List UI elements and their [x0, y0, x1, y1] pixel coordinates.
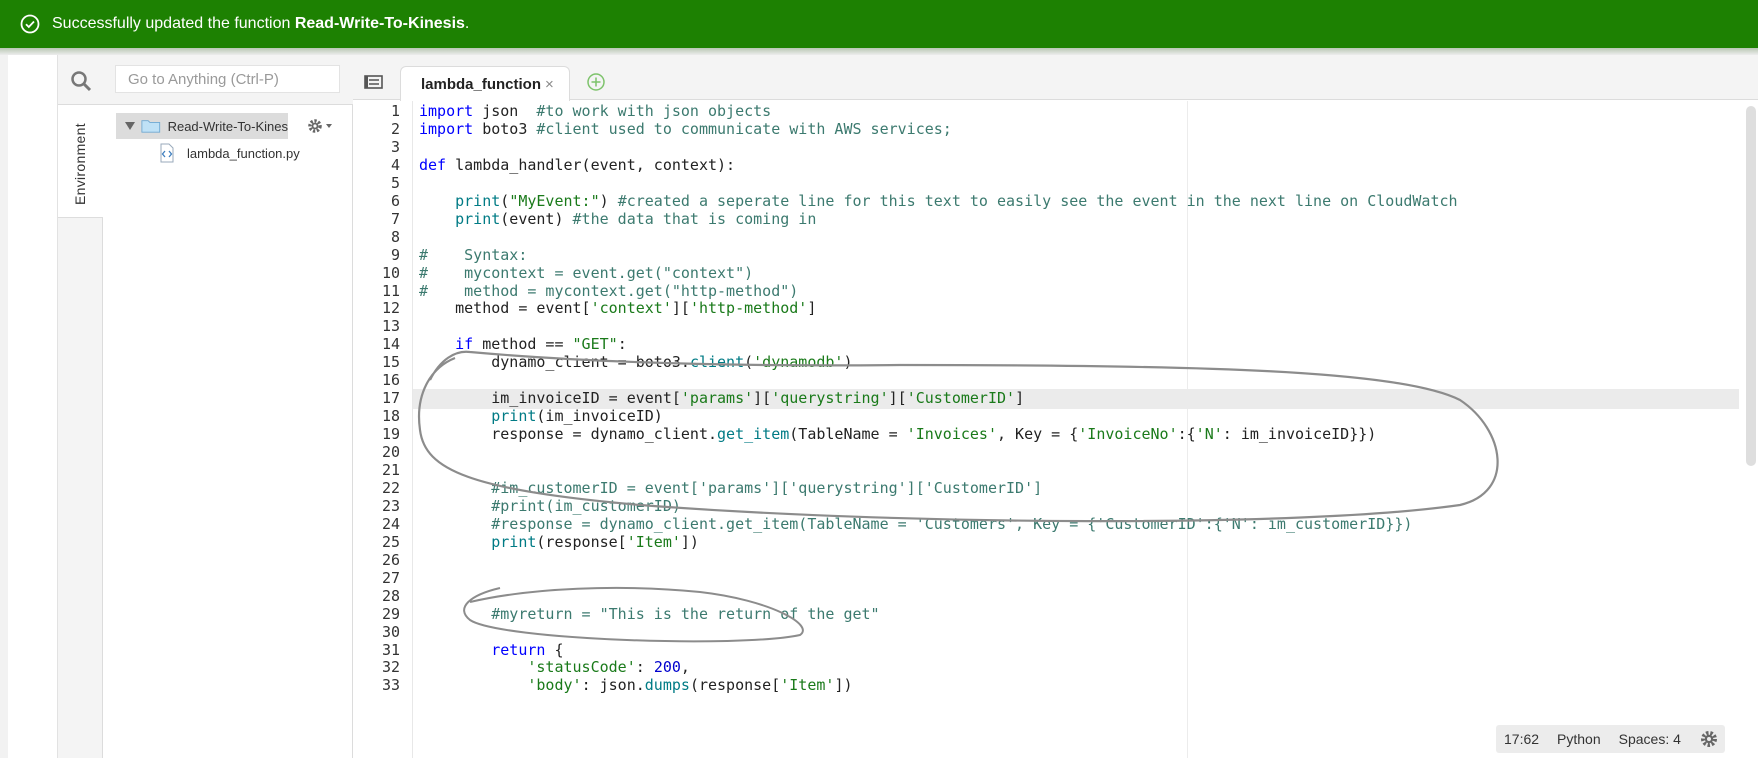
tree-root-label: Read-Write-To-Kines [167, 118, 288, 134]
banner-prefix: Successfully updated the function [52, 15, 295, 32]
line-number: 6 [390, 191, 400, 210]
line-number: 11 [381, 281, 400, 300]
check-circle-icon [20, 14, 40, 34]
tab-label: lambda_function [421, 75, 542, 93]
line-number: 31 [381, 640, 400, 659]
line-number: 12 [381, 299, 400, 318]
line-number: 19 [381, 425, 400, 444]
tree-file-lambda-function[interactable]: lambda_function.py [157, 143, 300, 163]
line-number: 3 [390, 137, 400, 156]
line-number: 22 [381, 478, 400, 497]
line-number: 15 [381, 353, 400, 372]
line-number: 16 [381, 371, 400, 390]
line-number: 7 [390, 209, 400, 228]
code-line[interactable]: print(event) #the data that is coming in [419, 209, 816, 229]
vertical-scrollbar[interactable] [1746, 106, 1756, 466]
line-number: 28 [381, 586, 400, 605]
cursor-position[interactable]: 17:62 [1504, 731, 1539, 747]
chevron-down-icon[interactable] [125, 122, 135, 130]
gear-icon[interactable] [1699, 729, 1719, 749]
indent-setting[interactable]: Spaces: 4 [1619, 731, 1681, 747]
close-icon[interactable]: × [545, 76, 554, 93]
line-number: 10 [381, 263, 400, 282]
line-number-gutter: 1 2 3 4 5 6 7 8 9 10 11 12 13 14 15 16 17 18 19 20 21 22 23 24 2… [353, 101, 413, 758]
line-number: 4 [390, 155, 400, 174]
line-number: 32 [381, 658, 400, 677]
tab-menu-icon[interactable] [364, 74, 384, 90]
line-number: 17 [381, 389, 400, 408]
code-line[interactable]: #myreturn = "This is the return of the g… [419, 604, 879, 624]
environment-tab[interactable]: Environment [58, 100, 103, 218]
line-number: 25 [381, 532, 400, 551]
banner-function-name: Read-Write-To-Kinesis [294, 15, 465, 32]
environment-tab-label: Environment [72, 123, 88, 205]
line-number: 30 [381, 622, 400, 641]
success-banner: Successfully updated the function Read-W… [0, 0, 1758, 48]
outer-left-margin [0, 55, 8, 758]
line-number: 23 [381, 496, 400, 515]
code-editor[interactable]: 1 2 3 4 5 6 7 8 9 10 11 12 13 14 15 16 17 18 19 20 21 22 23 24 2… [353, 101, 1758, 758]
line-number: 13 [381, 317, 400, 336]
line-number: 29 [381, 604, 400, 623]
search-icon[interactable] [70, 70, 92, 92]
code-line[interactable]: dynamo_client = boto3.client('dynamodb') [419, 352, 852, 372]
left-gutter [8, 55, 58, 758]
tree-root-folder[interactable]: Read-Write-To-Kines [116, 113, 288, 139]
code-line[interactable]: def lambda_handler(event, context): [419, 155, 735, 175]
line-number: 21 [381, 461, 400, 479]
banner-shadow [0, 48, 1758, 55]
tree-settings-gear-icon[interactable] [305, 116, 335, 136]
line-number: 33 [381, 676, 400, 695]
line-number: 8 [390, 227, 400, 246]
code-line[interactable]: import boto3 #client used to communicate… [419, 119, 952, 139]
tab-lambda-function[interactable]: lambda_function × [400, 66, 570, 101]
line-number: 27 [381, 568, 400, 587]
code-line[interactable]: method = event['context']['http-method'] [419, 298, 816, 318]
line-number: 5 [390, 173, 400, 192]
banner-suffix: . [464, 15, 470, 32]
code-line[interactable]: 'body': json.dumps(response['Item']) [419, 675, 852, 695]
line-number: 14 [381, 335, 400, 354]
line-number: 9 [390, 245, 400, 264]
editor-status-bar: 17:62 Python Spaces: 4 [1496, 725, 1725, 753]
line-number: 24 [381, 514, 400, 533]
goto-anything-input[interactable] [115, 65, 340, 93]
add-tab-icon[interactable] [586, 72, 606, 92]
line-number: 2 [390, 119, 400, 138]
file-tree-panel [103, 105, 353, 758]
code-line[interactable]: response = dynamo_client.get_item(TableN… [419, 424, 1376, 444]
line-number: 26 [381, 550, 400, 569]
python-file-icon [160, 143, 174, 163]
code-line[interactable]: print(response['Item']) [419, 532, 699, 552]
language-mode[interactable]: Python [1557, 731, 1601, 747]
folder-icon [141, 120, 161, 133]
line-number: 20 [381, 443, 400, 462]
tree-file-label: lambda_function.py [187, 145, 300, 161]
line-number: 1 [390, 102, 400, 120]
line-number: 18 [381, 407, 400, 426]
